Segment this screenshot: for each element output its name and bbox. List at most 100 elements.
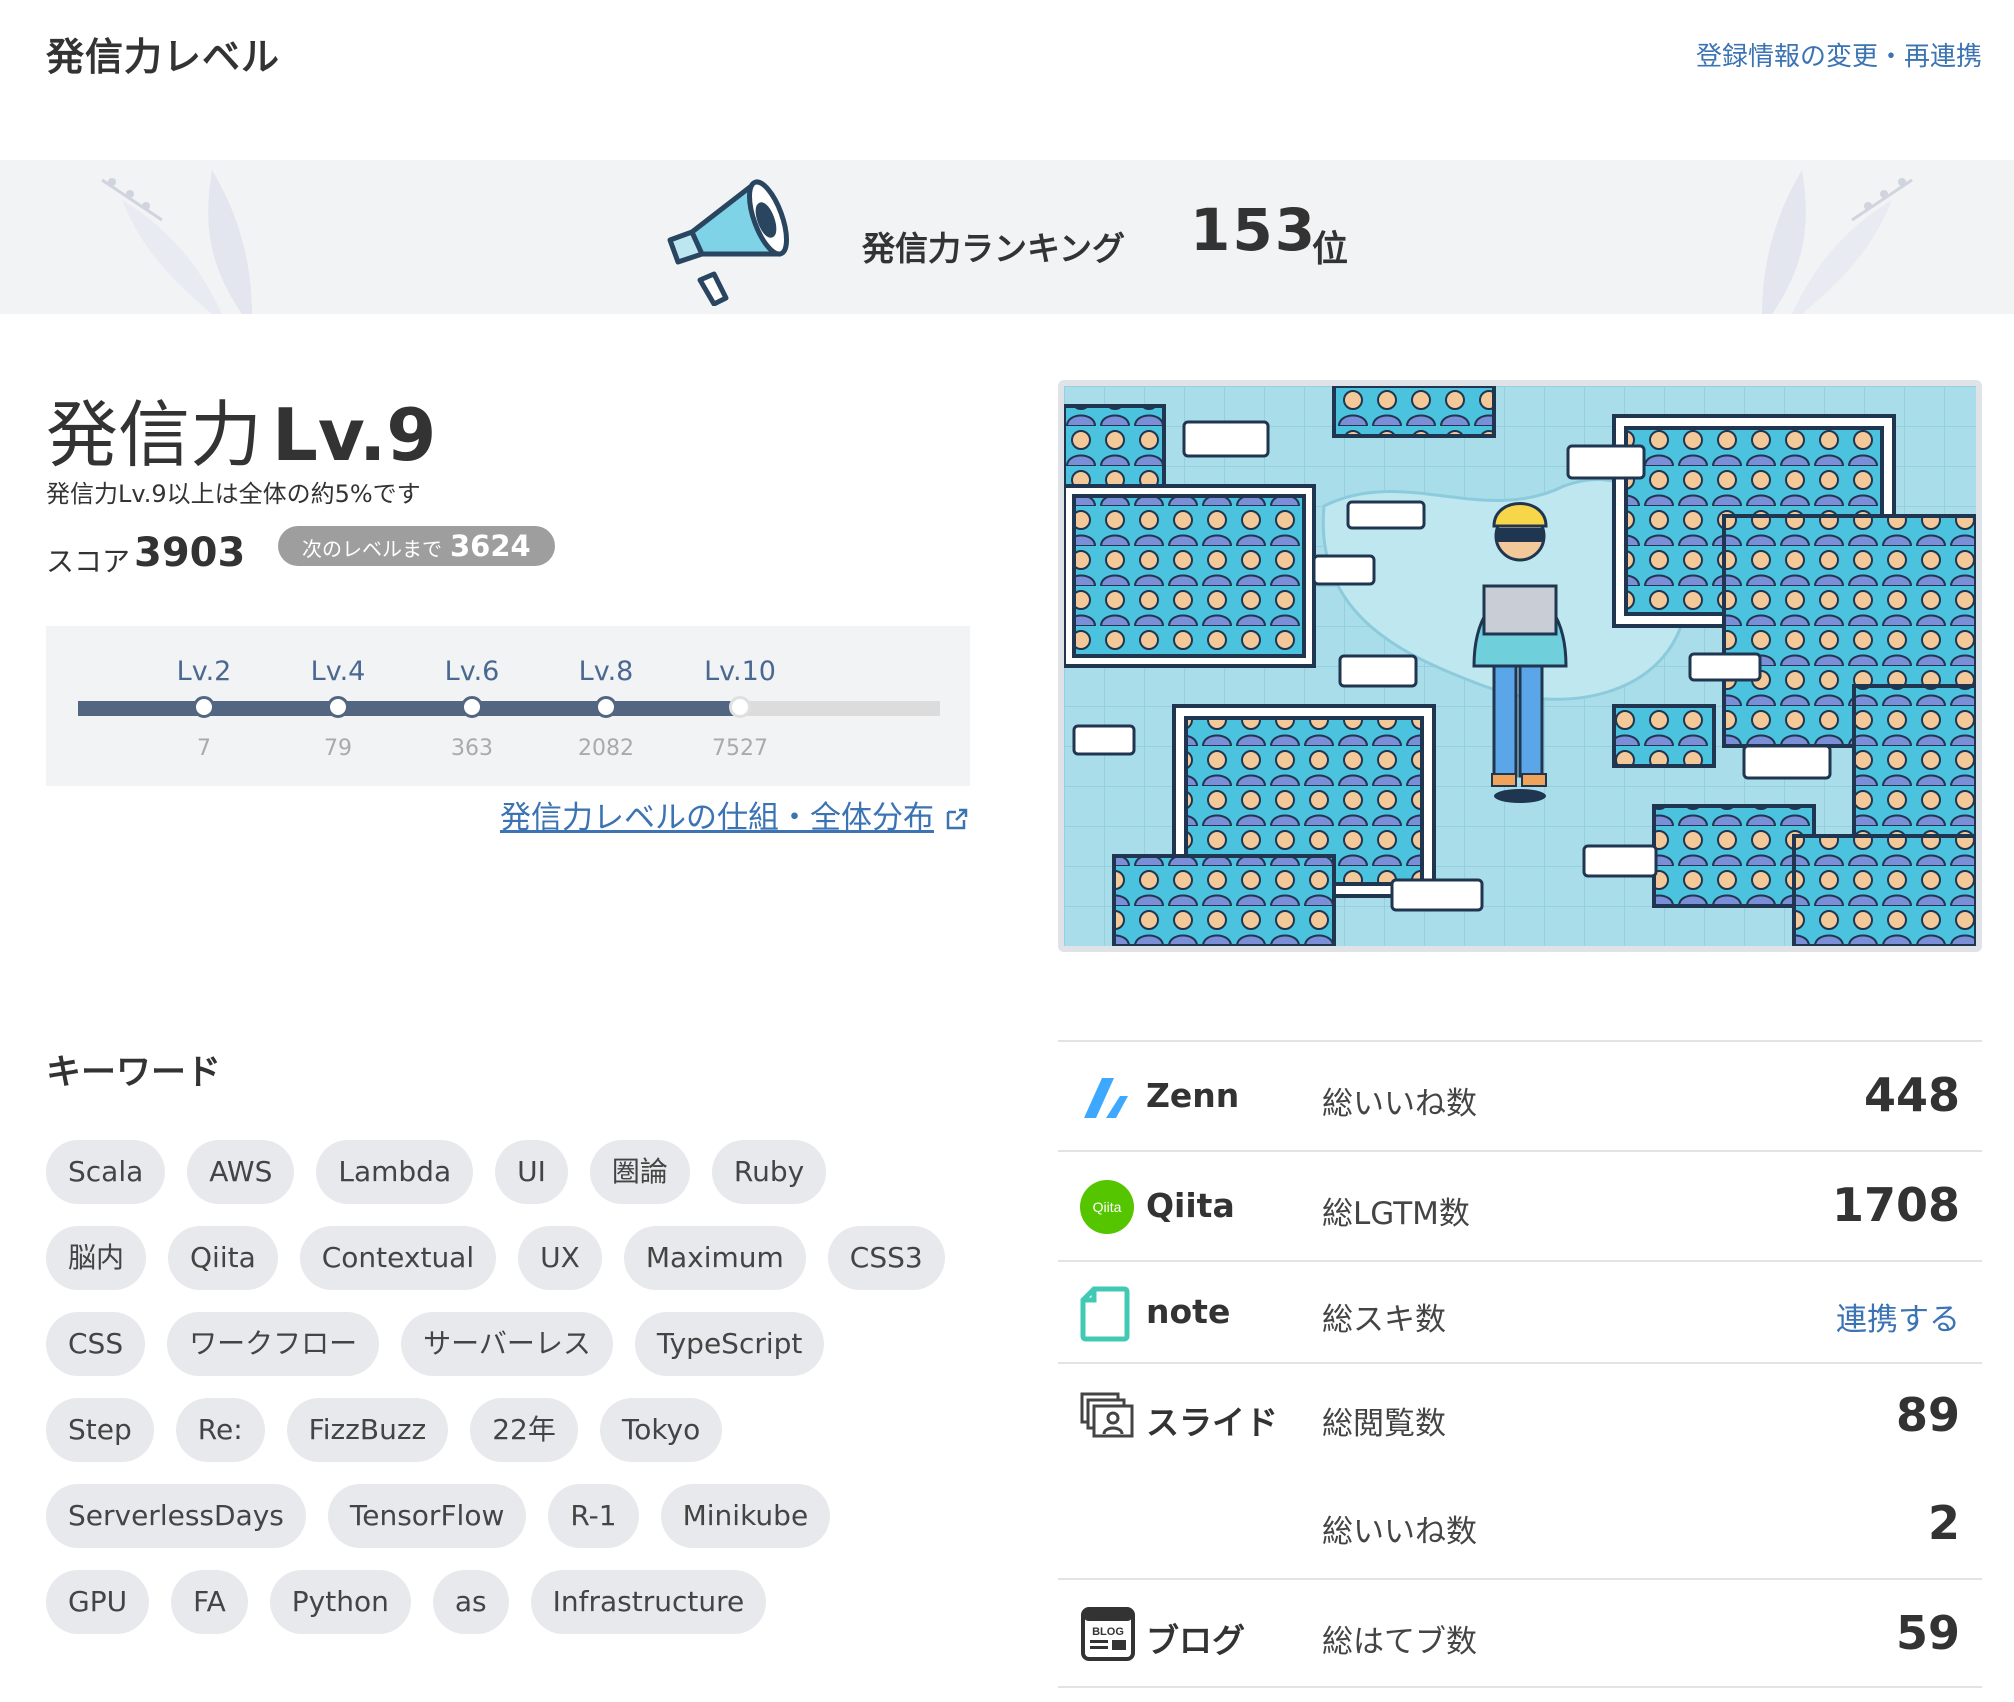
- external-link-icon: [946, 808, 968, 830]
- stat-metric-label-secondary: 総いいね数: [1322, 1514, 1477, 1550]
- stat-row-note: note 総スキ数 連携する: [1058, 1260, 1982, 1362]
- keyword-tag[interactable]: Lambda: [316, 1140, 474, 1204]
- zenn-icon: [1084, 1078, 1128, 1118]
- stat-metric-label: 総LGTM数: [1322, 1196, 1470, 1232]
- keyword-tag[interactable]: Ruby: [711, 1140, 827, 1204]
- next-level-value: 3624: [450, 529, 531, 563]
- next-level-badge: 次のレベルまで 3624: [278, 526, 555, 566]
- stat-value: 89: [1895, 1388, 1960, 1442]
- stat-service-name: スライド: [1146, 1403, 1278, 1442]
- keyword-tag[interactable]: ワークフロー: [167, 1312, 380, 1376]
- keyword-tag[interactable]: TypeScript: [634, 1312, 825, 1376]
- stat-metric-label: 総はてブ数: [1322, 1624, 1477, 1660]
- score-label: スコア: [46, 545, 131, 578]
- level-tick-label: Lv.8: [578, 656, 634, 687]
- leaf-decoration-left: [101, 170, 252, 314]
- keyword-tag[interactable]: Contextual: [299, 1226, 497, 1290]
- stat-service-name: Qiita: [1146, 1186, 1235, 1225]
- keyword-tag[interactable]: R-1: [548, 1484, 639, 1548]
- stat-value-secondary: 2: [1927, 1496, 1960, 1550]
- svg-text:BLOG: BLOG: [1092, 1626, 1124, 1638]
- audience-illustration: [1064, 386, 1976, 946]
- score-value: 3903: [134, 530, 246, 576]
- level-progress-panel: Lv.2 7 Lv.4 79 Lv.6 363 Lv.8 2082 Lv.10 7527: [46, 626, 970, 786]
- keyword-tag[interactable]: Step: [46, 1398, 154, 1462]
- stat-metric-label: 総いいね数: [1322, 1086, 1477, 1122]
- service-stats-table: Zenn 総いいね数 448 Qiita Qiita 総LGTM数 1708 n…: [1058, 1040, 1982, 1688]
- level-tick-score: 363: [451, 736, 493, 761]
- level-tick-marker: [193, 696, 215, 718]
- keyword-tag[interactable]: ServerlessDays: [46, 1484, 306, 1548]
- keyword-tag[interactable]: FizzBuzz: [286, 1398, 449, 1462]
- keyword-tag[interactable]: FA: [171, 1570, 248, 1634]
- blog-icon: BLOG: [1081, 1607, 1135, 1661]
- keyword-tag[interactable]: サーバーレス: [401, 1312, 613, 1376]
- keyword-tag[interactable]: Qiita: [168, 1226, 278, 1290]
- keyword-tag[interactable]: Maximum: [623, 1226, 806, 1290]
- ranking-suffix: 位: [1312, 229, 1349, 270]
- ranking-number: 153: [1190, 196, 1318, 264]
- note-icon: [1080, 1286, 1130, 1342]
- megaphone-icon: [667, 179, 789, 306]
- stat-row-qiita: Qiita Qiita 総LGTM数 1708: [1058, 1150, 1982, 1260]
- keyword-tag[interactable]: Python: [269, 1570, 411, 1634]
- ranking-label: 発信力ランキング: [862, 229, 1126, 268]
- level-prefix: 発信力: [46, 393, 263, 477]
- keyword-tag[interactable]: 脳内: [46, 1226, 147, 1290]
- stat-metric-label: 総閲覧数: [1322, 1406, 1446, 1442]
- qiita-icon: Qiita: [1080, 1180, 1134, 1234]
- keyword-tag[interactable]: Tokyo: [599, 1398, 723, 1462]
- keyword-tag[interactable]: GPU: [46, 1570, 150, 1634]
- leaf-decoration-right: [1762, 170, 1913, 314]
- level-tick-marker: [461, 696, 483, 718]
- stat-service-name: note: [1146, 1292, 1231, 1331]
- level-distribution-link[interactable]: 発信力レベルの仕組・全体分布: [500, 792, 970, 837]
- level-tick-score: 2082: [578, 736, 634, 761]
- page-title: 発信力レベル: [46, 35, 281, 79]
- level-tick-label: Lv.2: [176, 656, 232, 687]
- stat-service-name: Zenn: [1146, 1076, 1240, 1115]
- stat-row-slide: スライド 総閲覧数 89 総いいね数 2: [1058, 1362, 1982, 1578]
- stat-value: 59: [1895, 1606, 1960, 1660]
- edit-registration-link[interactable]: 登録情報の変更・再連携: [1696, 36, 1982, 73]
- keyword-tag[interactable]: CSS3: [827, 1226, 945, 1290]
- svg-text:Qiita: Qiita: [1093, 1199, 1122, 1215]
- keyword-tag[interactable]: UI: [495, 1140, 568, 1204]
- stat-service-name: ブログ: [1146, 1621, 1245, 1660]
- level-value: Lv.9: [272, 393, 437, 477]
- level-tick-score: 7527: [712, 736, 768, 761]
- level-distribution-link-text[interactable]: 発信力レベルの仕組・全体分布: [500, 800, 934, 836]
- keyword-tag[interactable]: 22年: [470, 1398, 578, 1462]
- slide-icon: [1080, 1392, 1134, 1438]
- level-tick-marker: [327, 696, 349, 718]
- level-tick-label: Lv.6: [444, 656, 500, 687]
- stat-row-blog: BLOG ブログ 総はてブ数 59: [1058, 1578, 1982, 1688]
- stat-row-zenn: Zenn 総いいね数 448: [1058, 1040, 1982, 1150]
- level-tick-label: Lv.4: [310, 656, 366, 687]
- keyword-tag[interactable]: 圏論: [589, 1140, 690, 1204]
- keyword-tag[interactable]: Infrastructure: [530, 1570, 767, 1634]
- level-tick-score: 7: [197, 736, 211, 761]
- level-heading: 発信力 Lv.9: [46, 376, 436, 481]
- keyword-tag[interactable]: Scala: [46, 1140, 166, 1204]
- keyword-tag[interactable]: as: [432, 1570, 509, 1634]
- keyword-tag[interactable]: AWS: [187, 1140, 295, 1204]
- level-description: 発信力Lv.9以上は全体の約5%です: [46, 480, 421, 508]
- stat-value: 448: [1863, 1068, 1960, 1122]
- level-tick-marker: [595, 696, 617, 718]
- note-connect-link[interactable]: 連携する: [1836, 1294, 1960, 1339]
- stat-metric-label: 総スキ数: [1322, 1302, 1446, 1338]
- level-tick-label: Lv.10: [704, 656, 776, 687]
- keyword-tag[interactable]: TensorFlow: [327, 1484, 527, 1548]
- keyword-tag[interactable]: CSS: [46, 1312, 146, 1376]
- progress-fill: [78, 701, 745, 716]
- ranking-banner: 発信力ランキング 153 位: [0, 160, 2014, 314]
- next-level-label: 次のレベルまで: [302, 537, 442, 561]
- keyword-tag[interactable]: Minikube: [660, 1484, 831, 1548]
- keyword-tag[interactable]: UX: [518, 1226, 602, 1290]
- stat-value: 1708: [1831, 1178, 1960, 1232]
- level-tick-score: 79: [324, 736, 352, 761]
- keywords-title: キーワード: [46, 1053, 222, 1093]
- keyword-tag[interactable]: Re:: [175, 1398, 265, 1462]
- keyword-tag-list: Scala AWS Lambda UI 圏論 Ruby 脳内 Qiita Contextual U…: [46, 1140, 946, 1634]
